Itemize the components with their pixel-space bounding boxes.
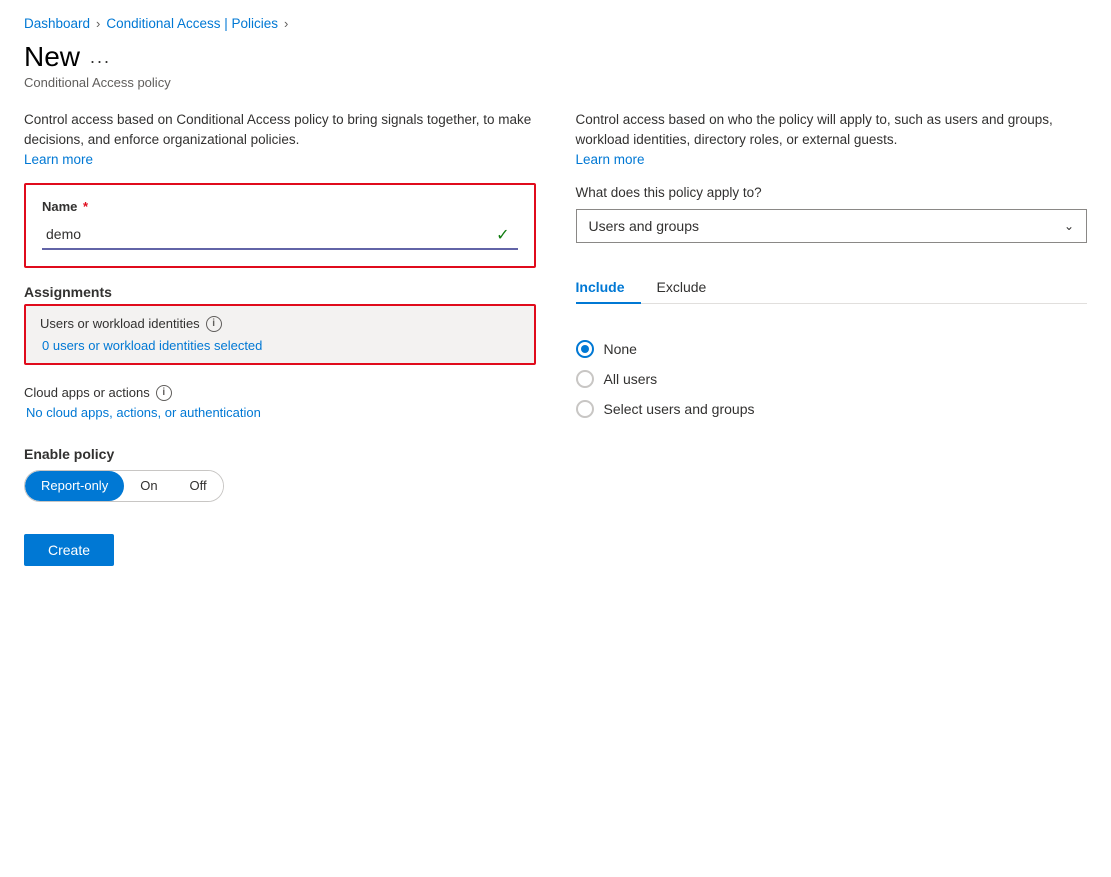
assignment-item-title-row: Users or workload identities i — [40, 316, 520, 332]
page-title: New — [24, 41, 80, 73]
radio-none-label: None — [604, 341, 637, 357]
radio-all-users-label: All users — [604, 371, 658, 387]
policy-applies-label: What does this policy apply to? — [576, 183, 1088, 203]
check-icon: ✓ — [496, 225, 509, 245]
cloud-apps-label: Cloud apps or actions — [24, 385, 150, 400]
toggle-on[interactable]: On — [124, 471, 173, 501]
breadcrumb-sep2: › — [284, 16, 288, 31]
create-button[interactable]: Create — [24, 534, 114, 566]
enable-policy-label: Enable policy — [24, 446, 536, 462]
radio-all-users[interactable]: All users — [576, 370, 1088, 388]
breadcrumb: Dashboard › Conditional Access | Policie… — [24, 16, 1087, 31]
assignment-item[interactable]: Users or workload identities i 0 users o… — [26, 306, 534, 363]
breadcrumb-dashboard[interactable]: Dashboard — [24, 16, 90, 31]
name-input-wrapper: ✓ — [42, 220, 518, 250]
page-subtitle: Conditional Access policy — [24, 75, 1087, 90]
name-input[interactable] — [42, 220, 518, 250]
assignment-item-label: Users or workload identities — [40, 316, 200, 331]
right-learn-more-link[interactable]: Learn more — [576, 152, 645, 167]
tab-exclude[interactable]: Exclude — [657, 271, 723, 303]
toggle-group: Report-only On Off — [24, 470, 536, 502]
page-title-ellipsis[interactable]: ... — [90, 47, 111, 68]
cloud-apps-value[interactable]: No cloud apps, actions, or authenticatio… — [26, 405, 536, 420]
left-description-text: Control access based on Conditional Acce… — [24, 110, 536, 151]
right-column: Control access based on who the policy w… — [576, 110, 1088, 566]
main-content: Control access based on Conditional Acce… — [24, 110, 1087, 566]
include-exclude-tabs: Include Exclude — [576, 271, 1088, 304]
policy-applies-section: What does this policy apply to? Users an… — [576, 183, 1088, 255]
enable-policy-section: Enable policy Report-only On Off — [24, 446, 536, 502]
breadcrumb-sep1: › — [96, 16, 100, 31]
assignment-info-icon[interactable]: i — [206, 316, 222, 332]
cloud-apps-label-row: Cloud apps or actions i — [24, 385, 536, 401]
radio-none-circle — [576, 340, 594, 358]
create-button-container: Create — [24, 518, 536, 566]
radio-all-users-circle — [576, 370, 594, 388]
breadcrumb-policies[interactable]: Conditional Access | Policies — [106, 16, 278, 31]
left-learn-more-link[interactable]: Learn more — [24, 152, 93, 167]
left-column: Control access based on Conditional Acce… — [24, 110, 536, 566]
radio-none[interactable]: None — [576, 340, 1088, 358]
radio-select-users-label: Select users and groups — [604, 401, 755, 417]
cloud-apps-section: Cloud apps or actions i No cloud apps, a… — [24, 381, 536, 420]
dropdown-value: Users and groups — [589, 218, 700, 234]
toggle-off[interactable]: Off — [174, 471, 223, 501]
radio-select-users-circle — [576, 400, 594, 418]
name-label: Name * — [42, 199, 518, 214]
radio-group: None All users Select users and groups — [576, 336, 1088, 422]
assignment-item-value[interactable]: 0 users or workload identities selected — [42, 338, 520, 353]
name-section: Name * ✓ — [24, 183, 536, 268]
page-title-row: New ... — [24, 41, 1087, 73]
radio-select-users[interactable]: Select users and groups — [576, 400, 1088, 418]
assignments-section: Assignments Users or workload identities… — [24, 284, 536, 365]
right-description-block: Control access based on who the policy w… — [576, 110, 1088, 167]
chevron-down-icon: ⌄ — [1064, 219, 1074, 233]
toggle-report-only[interactable]: Report-only — [25, 471, 124, 501]
required-star: * — [79, 199, 88, 214]
tab-include[interactable]: Include — [576, 271, 641, 303]
assignments-box: Users or workload identities i 0 users o… — [24, 304, 536, 365]
cloud-apps-info-icon[interactable]: i — [156, 385, 172, 401]
assignments-heading: Assignments — [24, 284, 536, 300]
users-groups-dropdown[interactable]: Users and groups ⌄ — [576, 209, 1088, 243]
right-description-text: Control access based on who the policy w… — [576, 110, 1088, 151]
left-description: Control access based on Conditional Acce… — [24, 110, 536, 167]
toggle-pill: Report-only On Off — [24, 470, 224, 502]
